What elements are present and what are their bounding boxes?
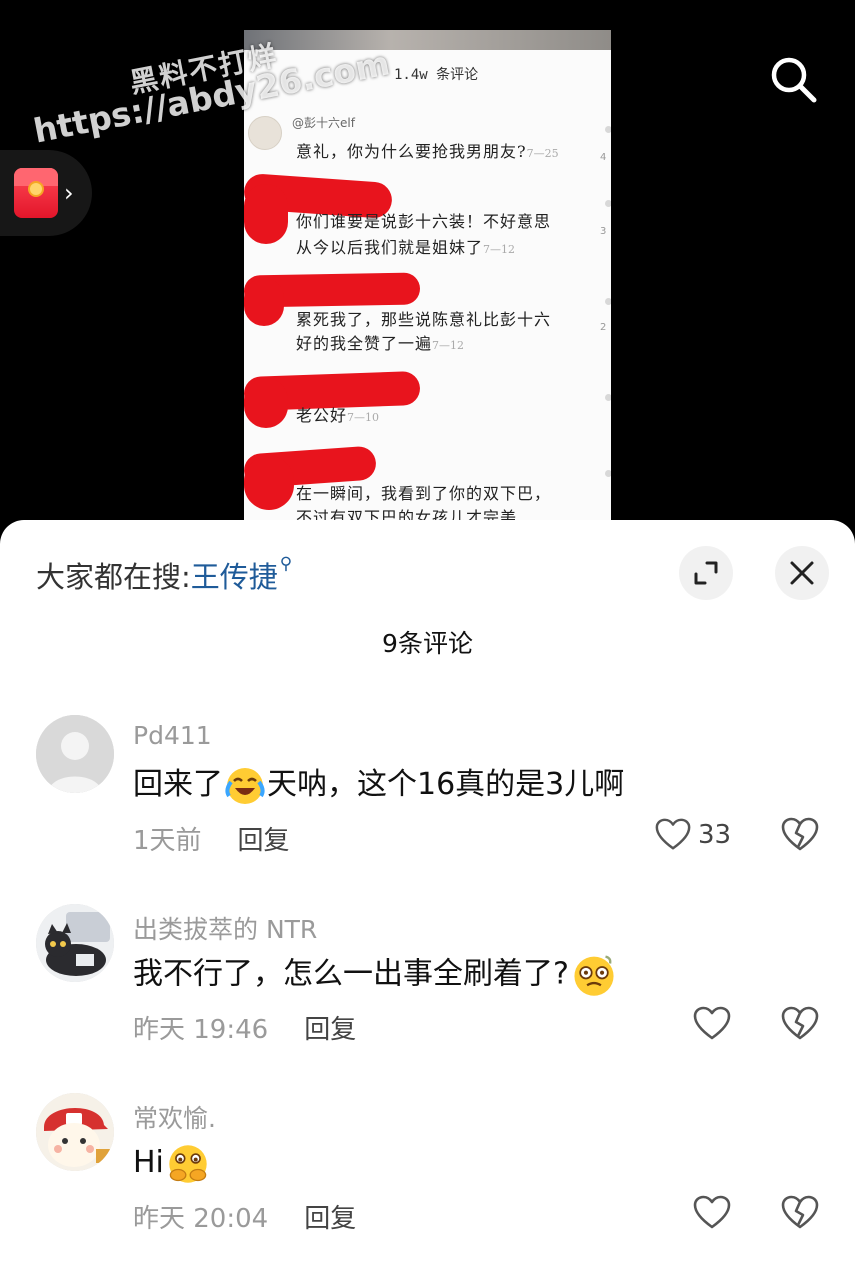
red-scribble <box>244 278 284 326</box>
screenshot-username: @彭十六elf <box>292 116 355 130</box>
screenshot-like-dot <box>605 126 611 133</box>
comment-time: 1天前 <box>133 826 202 856</box>
video-player[interactable]: 1.4w 条评论 @彭十六elf 意礼，你为什么要抢我男朋友?7—25 4 你们… <box>0 0 855 540</box>
screenshot-comment: 你们谁要是说彭十六装！不好意思 <box>296 212 552 231</box>
close-icon <box>790 561 814 585</box>
heart-icon[interactable] <box>692 1004 732 1044</box>
screenshot-like-dot <box>605 470 611 477</box>
screenshot-like-dot <box>605 200 611 207</box>
dizzy-face-emoji <box>574 955 614 996</box>
dislike-broken-heart-icon[interactable] <box>780 1004 820 1044</box>
comment-username[interactable]: 常欢愉. <box>133 1099 216 1135</box>
comment-text: Hi <box>133 1141 212 1186</box>
dislike-broken-heart-icon[interactable] <box>780 1193 820 1233</box>
comment-text: 回来了 天呐，这个16真的是3儿啊 <box>133 763 624 807</box>
shy-face-emoji <box>169 1144 207 1183</box>
comment-username[interactable]: 出类拔萃的 NTR <box>133 910 317 946</box>
screenshot-comment: 在一瞬间，我看到了你的双下巴， <box>296 484 552 503</box>
screenshot-like-count: 3 <box>600 226 607 237</box>
screenshot-comment: 意礼，你为什么要抢我男朋友?7—25 <box>296 142 559 161</box>
screenshot-comment: 好的我全赞了一遍7—12 <box>296 334 465 353</box>
avatar[interactable] <box>36 715 114 793</box>
hot-search-prefix: 大家都在搜: <box>36 560 191 594</box>
like-button[interactable]: 33 <box>654 813 754 857</box>
comment-meta: 昨天 20:04 回复 <box>133 1198 356 1235</box>
comment-text: 我不行了，怎么一出事全刷着了? <box>133 952 619 998</box>
screenshot-comment: 从今以后我们就是姐妹了7—12 <box>296 238 516 257</box>
screenshot-top-image <box>244 30 611 50</box>
screenshot-like-dot <box>605 298 611 305</box>
red-scribble <box>244 184 288 244</box>
screenshot-like-dot <box>605 394 611 401</box>
screenshot-like-count: 4 <box>600 152 607 163</box>
expand-button[interactable] <box>679 546 733 600</box>
screenshot-comment: 累死我了，那些说陈意礼比彭十六 <box>296 310 552 329</box>
like-count: 33 <box>698 820 732 850</box>
hot-search-term[interactable]: 王传捷 <box>191 560 278 594</box>
chevron-right-icon: › <box>64 179 74 207</box>
screenshot-comment-count: 1.4w 条评论 <box>394 67 479 83</box>
comment-item: Pd411 回来了 天呐，这个16真的是3儿啊 1天前 回复 33 <box>0 715 855 895</box>
laughing-crying-emoji <box>225 767 265 804</box>
comment-sheet: 大家都在搜:王传捷 ⚲ 9条评论 Pd411 回来了 天呐，这个16真的是3儿啊 1… <box>0 520 855 1280</box>
red-envelope-icon <box>14 168 58 218</box>
red-packet-button[interactable]: › <box>0 150 92 236</box>
video-frame-screenshot: 1.4w 条评论 @彭十六elf 意礼，你为什么要抢我男朋友?7—25 4 你们… <box>244 30 611 530</box>
comment-item: 常欢愉. Hi 昨天 20:04 回复 <box>0 1093 855 1273</box>
search-button[interactable] <box>766 52 820 106</box>
red-scribble <box>244 378 288 428</box>
screenshot-avatar <box>248 116 282 150</box>
comment-meta: 1天前 回复 <box>133 820 290 857</box>
heart-icon[interactable] <box>692 1193 732 1233</box>
comment-item: 出类拔萃的 NTR 我不行了，怎么一出事全刷着了? 昨天 19:46 回复 <box>0 904 855 1084</box>
screenshot-like-count: 2 <box>600 322 607 333</box>
avatar[interactable] <box>36 1093 114 1171</box>
expand-icon <box>694 561 718 585</box>
hot-search-bar[interactable]: 大家都在搜:王传捷 ⚲ <box>36 554 292 596</box>
reply-button[interactable]: 回复 <box>304 1204 356 1234</box>
reply-button[interactable]: 回复 <box>238 826 290 856</box>
comment-time: 昨天 19:46 <box>133 1015 269 1045</box>
dislike-broken-heart-icon[interactable] <box>780 815 820 855</box>
screenshot-comment: 老公好7—10 <box>296 406 380 425</box>
close-button[interactable] <box>775 546 829 600</box>
avatar[interactable] <box>36 904 114 982</box>
search-icon: ⚲ <box>279 554 293 574</box>
comment-username[interactable]: Pd411 <box>133 721 212 750</box>
reply-button[interactable]: 回复 <box>304 1015 356 1045</box>
comment-time: 昨天 20:04 <box>133 1204 269 1234</box>
search-icon <box>771 57 817 103</box>
heart-icon <box>655 818 691 850</box>
comment-meta: 昨天 19:46 回复 <box>133 1009 356 1046</box>
red-scribble <box>244 456 294 510</box>
comment-count: 9条评论 <box>382 629 473 658</box>
